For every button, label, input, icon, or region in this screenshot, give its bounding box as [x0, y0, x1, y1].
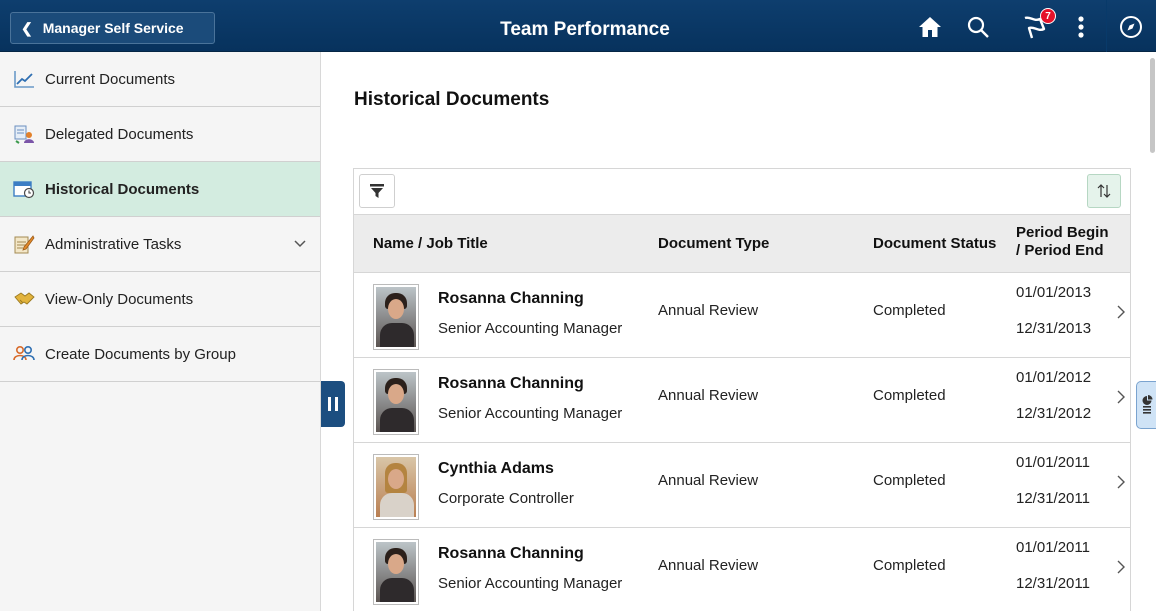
table-row[interactable]: Rosanna Channing Senior Accounting Manag…: [354, 358, 1130, 443]
sort-button[interactable]: [1087, 174, 1121, 208]
period-end: 12/31/2013: [1016, 320, 1092, 337]
sidebar-item-administrative-tasks[interactable]: Administrative Tasks: [0, 217, 320, 272]
employee-name: Rosanna Channing: [438, 545, 584, 562]
handshake-icon: [13, 289, 35, 309]
delegate-icon: [13, 124, 35, 144]
group-icon: [13, 344, 35, 364]
period-end: 12/31/2012: [1016, 405, 1092, 422]
top-banner: ❮ Manager Self Service Team Performance …: [0, 0, 1156, 52]
grid-toolbar: [354, 169, 1130, 215]
pause-icon-bar: [335, 397, 338, 411]
column-header-document-type[interactable]: Document Type: [658, 235, 769, 252]
pie-list-icon: [1142, 395, 1152, 414]
document-type: Annual Review: [658, 557, 759, 574]
document-status: Completed: [873, 387, 946, 404]
document-type: Annual Review: [658, 302, 759, 319]
employee-photo: [373, 369, 419, 435]
chevron-down-icon[interactable]: [294, 235, 306, 252]
actions-icon[interactable]: [1074, 12, 1088, 42]
document-type: Annual Review: [658, 387, 759, 404]
document-status: Completed: [873, 557, 946, 574]
document-status: Completed: [873, 302, 946, 319]
column-header-period[interactable]: Period Begin / Period End: [1016, 224, 1109, 260]
notifications-button[interactable]: 7: [1020, 8, 1056, 42]
job-title: Senior Accounting Manager: [438, 320, 623, 337]
header-divider: [1106, 0, 1107, 52]
sidebar-item-label: Delegated Documents: [45, 125, 194, 143]
period-begin: 01/01/2013: [1016, 284, 1092, 301]
sidebar-item-historical-documents[interactable]: Historical Documents: [0, 162, 320, 217]
job-title: Senior Accounting Manager: [438, 405, 623, 422]
period-begin-header: Period Begin: [1016, 224, 1109, 241]
scrollbar[interactable]: [1150, 58, 1155, 153]
employee-name: Cynthia Adams: [438, 460, 554, 477]
notification-badge: 7: [1040, 8, 1056, 24]
document-type: Annual Review: [658, 472, 759, 489]
employee-photo: [373, 539, 419, 605]
filter-icon: [370, 184, 384, 198]
sort-icon: [1097, 184, 1111, 198]
period-begin: 01/01/2012: [1016, 369, 1092, 386]
job-title: Corporate Controller: [438, 490, 574, 507]
line-chart-icon: [13, 69, 35, 89]
job-title: Senior Accounting Manager: [438, 575, 623, 592]
page-title: Historical Documents: [354, 89, 550, 110]
collapse-sidebar-button[interactable]: [321, 381, 345, 427]
employee-photo: [373, 284, 419, 350]
home-icon[interactable]: [916, 12, 944, 42]
sidebar-item-create-documents-by-group[interactable]: Create Documents by Group: [0, 327, 320, 382]
employee-name: Rosanna Channing: [438, 290, 584, 307]
period-end: 12/31/2011: [1016, 490, 1090, 507]
period-begin: 01/01/2011: [1016, 454, 1090, 471]
table-row[interactable]: Rosanna Channing Senior Accounting Manag…: [354, 528, 1130, 611]
notepad-pencil-icon: [13, 234, 35, 254]
sidebar-item-view-only-documents[interactable]: View-Only Documents: [0, 272, 320, 327]
sidebar-item-label: Create Documents by Group: [45, 345, 236, 363]
employee-photo: [373, 454, 419, 520]
period-begin: 01/01/2011: [1016, 539, 1090, 556]
table-row[interactable]: Cynthia Adams Corporate Controller Annua…: [354, 443, 1130, 528]
chevron-right-icon[interactable]: [1117, 390, 1125, 408]
chevron-right-icon[interactable]: [1117, 475, 1125, 493]
chevron-right-icon[interactable]: [1117, 560, 1125, 578]
period-end: 12/31/2011: [1016, 575, 1090, 592]
sidebar-item-label: Administrative Tasks: [45, 235, 182, 253]
search-icon[interactable]: [964, 12, 992, 42]
related-info-tab[interactable]: [1136, 381, 1156, 429]
chevron-right-icon[interactable]: [1117, 305, 1125, 323]
calendar-clock-icon: [13, 179, 35, 199]
sidebar-item-label: Current Documents: [45, 70, 176, 88]
column-header-document-status[interactable]: Document Status: [873, 235, 996, 252]
documents-grid: Name / Job Title Document Type Document …: [353, 168, 1131, 611]
table-row[interactable]: Rosanna Channing Senior Accounting Manag…: [354, 273, 1130, 358]
document-status: Completed: [873, 472, 946, 489]
pause-icon: [328, 397, 331, 411]
sidebar: Current Documents Delegated Documents Hi…: [0, 52, 321, 611]
navbar-icon[interactable]: [1117, 12, 1145, 42]
filter-button[interactable]: [359, 174, 395, 208]
sidebar-item-current-documents[interactable]: Current Documents: [0, 52, 320, 107]
sidebar-item-delegated-documents[interactable]: Delegated Documents: [0, 107, 320, 162]
sidebar-item-label: View-Only Documents: [45, 290, 194, 308]
grid-header: Name / Job Title Document Type Document …: [354, 215, 1130, 273]
sidebar-item-label: Historical Documents: [45, 180, 200, 198]
column-header-name[interactable]: Name / Job Title: [373, 235, 488, 252]
period-end-header: / Period End: [1016, 242, 1104, 259]
employee-name: Rosanna Channing: [438, 375, 584, 392]
